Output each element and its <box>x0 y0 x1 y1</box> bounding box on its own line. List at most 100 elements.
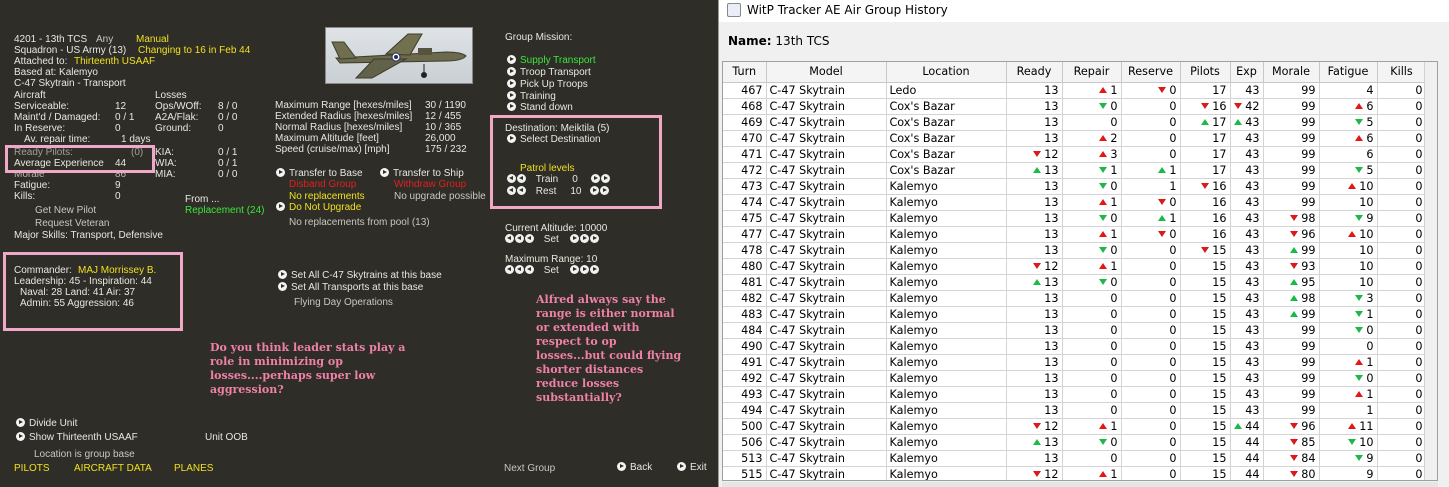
decrease-small-icon[interactable] <box>525 265 534 274</box>
cell-value: 0 <box>1415 227 1423 241</box>
planes-tab[interactable]: PLANES <box>174 463 213 474</box>
increase-icon[interactable] <box>579 234 589 243</box>
table-row[interactable]: 482 C-47 Skytrain Kalemyo 13 0 0 15 43 98 3 0 <box>723 290 1427 307</box>
decrease-arrow-icon <box>1355 374 1364 381</box>
manual-toggle[interactable]: Manual <box>136 34 169 45</box>
cell-fatigue: 1 <box>1319 402 1378 419</box>
transfer-to-base-button[interactable]: Transfer to Base <box>276 168 363 179</box>
disband-group-button[interactable]: Disband Group <box>289 179 356 190</box>
table-row[interactable]: 469 C-47 Skytrain Cox's Bazar 13 0 0 17 43 99 5 0 <box>723 114 1427 131</box>
column-header-kills[interactable]: Kills <box>1377 62 1427 83</box>
cell-value: 468 <box>741 99 763 113</box>
cell-repair: 1 <box>1062 226 1122 243</box>
window-titlebar[interactable]: WitP Tracker AE Air Group History <box>719 0 1449 22</box>
mission-troop-transport[interactable]: Troop Transport <box>507 67 591 78</box>
next-group-button[interactable]: Next Group <box>504 463 555 474</box>
attached-hq-link[interactable]: Thirteenth USAAF <box>74 56 155 67</box>
replacement-source[interactable]: Replacement (24) <box>185 205 264 216</box>
arrow-right-icon <box>507 67 516 76</box>
table-row[interactable]: 493 C-47 Skytrain Kalemyo 13 0 0 15 43 99 1 0 <box>723 386 1427 403</box>
table-row[interactable]: 513 C-47 Skytrain Kalemyo 13 0 0 15 44 84 9 0 <box>723 450 1427 467</box>
history-table-scrollpane[interactable]: Turn Model Location Ready Repair Reserve Pilot… <box>722 61 1438 481</box>
divide-unit-button[interactable]: Divide Unit <box>16 418 77 429</box>
cell-value: 43 <box>1245 227 1260 241</box>
request-veteran-button[interactable]: Request Veteran <box>35 218 110 229</box>
increase-small-icon[interactable] <box>569 265 579 274</box>
set-all-type-button[interactable]: Set All C-47 Skytrains at this base <box>278 270 442 281</box>
show-hq-label: Show Thirteenth USAAF <box>29 432 138 443</box>
transfer-to-ship-button[interactable]: Transfer to Ship <box>380 168 464 179</box>
table-row[interactable]: 515 C-47 Skytrain Kalemyo 12 1 0 15 44 80 9 0 <box>723 466 1427 480</box>
column-header-ready[interactable]: Ready <box>1006 62 1063 83</box>
table-row[interactable]: 467 C-47 Skytrain Ledo 13 1 0 17 43 99 4 0 <box>723 82 1427 99</box>
column-header-turn[interactable]: Turn <box>723 62 767 83</box>
table-row[interactable]: 478 C-47 Skytrain Kalemyo 13 0 0 15 43 99 10 0 <box>723 242 1427 259</box>
table-row[interactable]: 490 C-47 Skytrain Kalemyo 13 0 0 15 43 99 0 0 <box>723 338 1427 355</box>
get-new-pilot-button[interactable]: Get New Pilot <box>35 205 96 216</box>
table-row[interactable]: 471 C-47 Skytrain Cox's Bazar 12 3 0 17 43 99 6 0 <box>723 146 1427 163</box>
table-row[interactable]: 492 C-47 Skytrain Kalemyo 13 0 0 15 43 99 0 0 <box>723 370 1427 387</box>
cell-fatigue: 10 <box>1319 274 1378 291</box>
column-header-morale[interactable]: Morale <box>1263 62 1320 83</box>
increase-large-icon[interactable] <box>589 265 599 274</box>
decrease-large-icon[interactable] <box>505 234 514 243</box>
cell-value: 0 <box>1415 275 1423 289</box>
cell-pilots: 15 <box>1180 306 1231 323</box>
table-row[interactable]: 474 C-47 Skytrain Kalemyo 13 1 0 16 43 99 10 0 <box>723 194 1427 211</box>
decrease-large-icon[interactable] <box>505 265 514 274</box>
pilots-tab[interactable]: PILOTS <box>14 463 50 474</box>
table-row[interactable]: 468 C-47 Skytrain Cox's Bazar 13 0 0 16 42 99 6 0 <box>723 98 1427 115</box>
cell-value: 0 <box>1110 275 1118 289</box>
column-header-model[interactable]: Model <box>766 62 887 83</box>
table-row[interactable]: 477 C-47 Skytrain Kalemyo 13 1 0 16 43 96 10 0 <box>723 226 1427 243</box>
back-button[interactable]: Back <box>617 462 652 473</box>
table-row[interactable]: 484 C-47 Skytrain Kalemyo 13 0 0 15 43 99 0 0 <box>723 322 1427 339</box>
cell-pilots: 16 <box>1180 98 1231 115</box>
mission-supply-transport[interactable]: Supply Transport <box>507 55 596 66</box>
do-not-upgrade-button[interactable]: Do Not Upgrade <box>276 202 361 213</box>
set-all-transports-button[interactable]: Set All Transports at this base <box>278 282 423 293</box>
increase-small-icon[interactable] <box>569 234 579 243</box>
exit-button[interactable]: Exit <box>677 462 707 473</box>
table-row[interactable]: 491 C-47 Skytrain Kalemyo 13 0 0 15 43 99 1 0 <box>723 354 1427 371</box>
table-row[interactable]: 473 C-47 Skytrain Kalemyo 13 0 1 16 43 99 10 0 <box>723 178 1427 195</box>
aircraft-data-tab[interactable]: AIRCRAFT DATA <box>74 463 152 474</box>
mission-pick-up-troops[interactable]: Pick Up Troops <box>507 79 588 90</box>
increase-icon[interactable] <box>579 265 589 274</box>
mission-stand-down[interactable]: Stand down <box>507 102 573 113</box>
table-row[interactable]: 470 C-47 Skytrain Cox's Bazar 13 2 0 17 43 99 6 0 <box>723 130 1427 147</box>
column-header-reserve[interactable]: Reserve <box>1121 62 1181 83</box>
cell-ready: 13 <box>1006 386 1063 403</box>
decrease-icon[interactable] <box>515 265 524 274</box>
vertical-scrollbar[interactable] <box>1424 62 1437 480</box>
table-row[interactable]: 506 C-47 Skytrain Kalemyo 13 0 0 15 44 85 10 0 <box>723 434 1427 451</box>
withdraw-group-button[interactable]: Withdraw Group <box>394 179 466 190</box>
mission-training[interactable]: Training <box>507 91 556 102</box>
cell-value: 1 <box>1366 307 1374 321</box>
cell-value: 16 <box>1212 227 1227 241</box>
column-header-location[interactable]: Location <box>886 62 1007 83</box>
set-altitude-button[interactable]: Set <box>544 234 559 245</box>
decrease-small-icon[interactable] <box>525 234 534 243</box>
cell-value: 13 <box>1044 243 1059 257</box>
decrease-icon[interactable] <box>515 234 524 243</box>
table-row[interactable]: 472 C-47 Skytrain Cox's Bazar 13 1 1 17 43 99 5 0 <box>723 162 1427 179</box>
do-not-upgrade-label: Do Not Upgrade <box>289 202 362 213</box>
table-row[interactable]: 494 C-47 Skytrain Kalemyo 13 0 0 15 43 99 1 0 <box>723 402 1427 419</box>
table-row[interactable]: 475 C-47 Skytrain Kalemyo 13 0 1 16 43 98 9 0 <box>723 210 1427 227</box>
column-header-pilots[interactable]: Pilots <box>1180 62 1231 83</box>
table-row[interactable]: 500 C-47 Skytrain Kalemyo 12 1 0 15 44 96 11 0 <box>723 418 1427 435</box>
fatigue-label: Fatigue: <box>14 180 51 191</box>
table-row[interactable]: 480 C-47 Skytrain Kalemyo 12 1 0 15 43 93 10 0 <box>723 258 1427 275</box>
set-range-button[interactable]: Set <box>544 265 559 276</box>
cell-value: 43 <box>1245 179 1260 193</box>
unit-oob-button[interactable]: Unit OOB <box>205 432 248 443</box>
table-row[interactable]: 483 C-47 Skytrain Kalemyo 13 0 0 15 43 99 1 0 <box>723 306 1427 323</box>
table-row[interactable]: 481 C-47 Skytrain Kalemyo 13 0 0 15 43 95 10 0 <box>723 274 1427 291</box>
cell-value: 12 <box>1044 147 1059 161</box>
show-hq-button[interactable]: Show Thirteenth USAAF <box>16 432 138 443</box>
column-header-exp[interactable]: Exp <box>1230 62 1264 83</box>
column-header-repair[interactable]: Repair <box>1062 62 1122 83</box>
increase-large-icon[interactable] <box>589 234 599 243</box>
column-header-fatigue[interactable]: Fatigue <box>1319 62 1378 83</box>
